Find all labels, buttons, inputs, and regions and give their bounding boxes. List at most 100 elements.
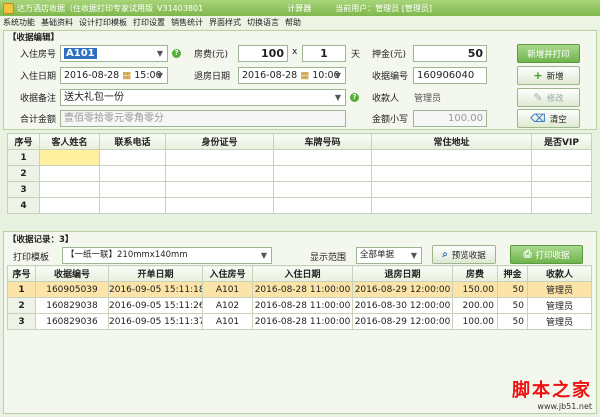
- rec-col-room: 入住房号: [202, 265, 253, 282]
- help-icon[interactable]: ?: [350, 93, 359, 102]
- menu-sales-stats[interactable]: 销售统计: [171, 17, 203, 28]
- table-row[interactable]: 3: [7, 181, 592, 198]
- table-cell: 50: [497, 313, 528, 330]
- menu-help[interactable]: 帮助: [285, 17, 301, 28]
- table-row[interactable]: 2 160829038 2016-09-05 15:11:26 A102 201…: [7, 297, 592, 314]
- range-select[interactable]: 全部单据 ▼: [356, 247, 422, 264]
- room-value: A101: [64, 48, 97, 59]
- preview-button[interactable]: ⌕ 预览收据: [432, 245, 496, 264]
- table-cell[interactable]: [371, 165, 532, 182]
- menu-language[interactable]: 切换语言: [247, 17, 279, 28]
- chevron-down-icon: ▼: [156, 49, 164, 58]
- table-cell[interactable]: [39, 197, 100, 214]
- checkin-datetime[interactable]: 2016-08-28 ▦ 15:00 ▼: [60, 67, 168, 84]
- total-chinese-field: 壹佰零拾零元零角零分: [60, 110, 346, 127]
- table-cell[interactable]: [273, 197, 372, 214]
- table-cell: 160905039: [35, 281, 109, 298]
- table-cell[interactable]: [531, 149, 592, 166]
- clear-label: 清空: [549, 114, 567, 125]
- checkout-date-value: 2016-08-28: [242, 70, 298, 81]
- table-cell[interactable]: [371, 149, 532, 166]
- print-label: 打印收据: [535, 250, 570, 261]
- fee-input[interactable]: 100: [238, 45, 288, 62]
- print-button[interactable]: ⎙ 打印收据: [510, 245, 583, 264]
- template-select[interactable]: 【一纸一联】210mmx140mm ▼: [62, 247, 272, 264]
- menu-design-template[interactable]: 设计打印模板: [79, 17, 127, 28]
- checkout-label: 退房日期: [194, 72, 231, 82]
- table-cell[interactable]: [165, 149, 274, 166]
- table-cell[interactable]: [99, 181, 166, 198]
- checkout-datetime[interactable]: 2016-08-28 ▦ 10:00 ▼: [238, 67, 346, 84]
- table-cell: 160829038: [35, 297, 109, 314]
- table-cell[interactable]: [273, 181, 372, 198]
- amount-field: 100.00: [413, 110, 487, 127]
- remark-value: 送大礼包一份: [64, 92, 124, 103]
- table-cell[interactable]: [371, 197, 532, 214]
- receipt-no-input[interactable]: 160906040: [413, 67, 487, 84]
- guest-table: 序号 客人姓名 联系电话 身份证号 车牌号码 常住地址 是否VIP 1 2 3 …: [7, 133, 592, 214]
- table-row[interactable]: 2: [7, 165, 592, 182]
- range-value: 全部单据: [360, 250, 395, 260]
- calculator-link[interactable]: 计算器: [287, 3, 311, 14]
- table-cell[interactable]: [165, 165, 274, 182]
- watermark-brand: 脚本之家: [512, 380, 592, 401]
- menu-basic-data[interactable]: 基础资料: [41, 17, 73, 28]
- table-cell: 2016-09-05 15:11:26: [108, 297, 203, 314]
- table-cell[interactable]: [99, 165, 166, 182]
- table-cell[interactable]: [165, 197, 274, 214]
- help-icon[interactable]: ?: [172, 49, 181, 58]
- table-cell[interactable]: [273, 149, 372, 166]
- rec-col-index: 序号: [7, 265, 36, 282]
- table-cell: 50: [497, 281, 528, 298]
- table-cell[interactable]: [99, 149, 166, 166]
- table-row[interactable]: 3 160829036 2016-09-05 15:11:37 A101 201…: [7, 313, 592, 330]
- table-cell: 管理员: [527, 297, 592, 314]
- table-cell: 200.00: [452, 297, 498, 314]
- table-cell: 50: [497, 297, 528, 314]
- table-cell[interactable]: [273, 165, 372, 182]
- table-cell[interactable]: [531, 181, 592, 198]
- payee-value: 管理员: [414, 94, 442, 104]
- preview-label: 预览收据: [451, 250, 486, 261]
- table-cell[interactable]: [531, 197, 592, 214]
- table-cell: A102: [202, 297, 253, 314]
- menu-ui-style[interactable]: 界面样式: [209, 17, 241, 28]
- table-cell[interactable]: [165, 181, 274, 198]
- guest-col-name: 客人姓名: [39, 133, 100, 150]
- room-select[interactable]: A101 ▼: [60, 45, 168, 62]
- table-cell[interactable]: [531, 165, 592, 182]
- table-row[interactable]: 1 160905039 2016-09-05 15:11:18 A101 201…: [7, 281, 592, 298]
- fee-label: 房费(元): [194, 50, 229, 60]
- guest-col-address: 常住地址: [371, 133, 532, 150]
- calendar-icon[interactable]: ▦: [122, 70, 131, 81]
- table-row[interactable]: 4: [7, 197, 592, 214]
- days-input[interactable]: 1: [302, 45, 346, 62]
- chevron-down-icon: ▼: [334, 93, 342, 102]
- guest-col-plate: 车牌号码: [273, 133, 372, 150]
- menu-system[interactable]: 系统功能: [3, 17, 35, 28]
- table-cell: 2: [7, 297, 36, 314]
- table-cell[interactable]: [99, 197, 166, 214]
- save-print-button[interactable]: 新增并打印: [517, 44, 580, 63]
- table-cell[interactable]: [39, 181, 100, 198]
- table-cell[interactable]: [39, 149, 100, 166]
- range-label: 显示范围: [310, 253, 347, 263]
- table-cell: 2016-08-30 12:00:00: [352, 297, 453, 314]
- save-print-label: 新增并打印: [527, 49, 570, 60]
- modify-button[interactable]: ✎ 修改: [517, 88, 580, 107]
- total-label: 合计金额: [20, 115, 57, 125]
- calendar-icon[interactable]: ▦: [300, 70, 309, 81]
- template-value: 【一纸一联】210mmx140mm: [66, 250, 188, 260]
- checkin-date-value: 2016-08-28: [64, 70, 120, 81]
- table-row[interactable]: 1: [7, 149, 592, 166]
- menu-print-settings[interactable]: 打印设置: [133, 17, 165, 28]
- table-cell[interactable]: [371, 181, 532, 198]
- table-cell[interactable]: [39, 165, 100, 182]
- new-button[interactable]: + 新增: [517, 66, 580, 85]
- table-cell: 2016-08-28 11:00:00: [252, 313, 353, 330]
- remark-select[interactable]: 送大礼包一份 ▼: [60, 89, 346, 106]
- guest-col-phone: 联系电话: [99, 133, 166, 150]
- chevron-down-icon: ▼: [410, 251, 418, 260]
- clear-button[interactable]: ⌫ 清空: [517, 109, 580, 128]
- deposit-input[interactable]: 50: [413, 45, 487, 62]
